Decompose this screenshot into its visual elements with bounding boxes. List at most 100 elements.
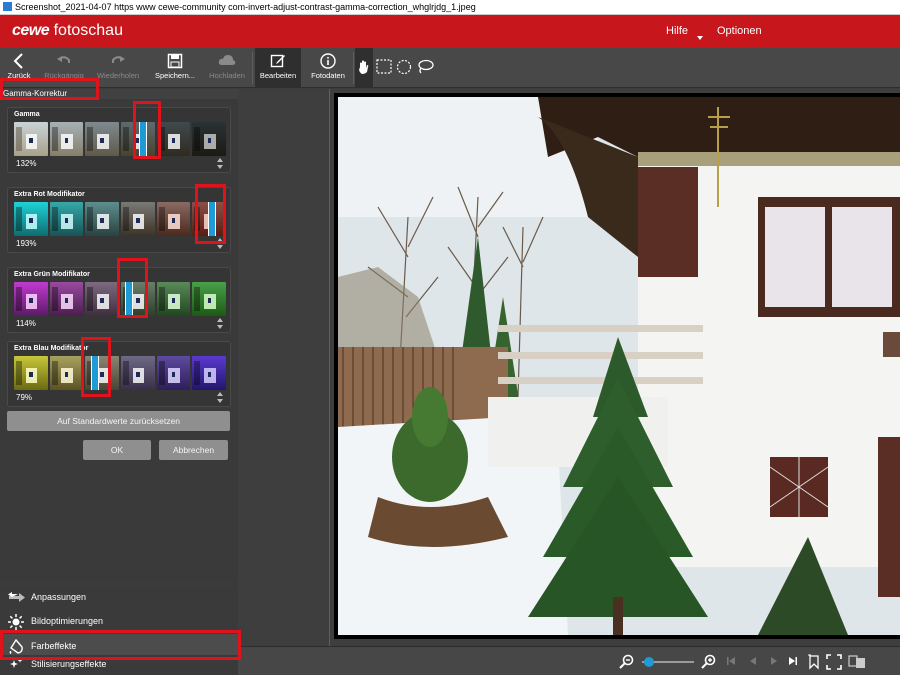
zoom-out-icon[interactable] xyxy=(618,654,636,670)
toolbar-separator xyxy=(252,52,253,84)
status-bar xyxy=(238,646,900,675)
main-toolbar: Zurück Rückgängig Wiederholen Speichern.… xyxy=(0,48,900,88)
gamma-preview-thumb[interactable] xyxy=(85,122,120,156)
gamma-spinner[interactable] xyxy=(216,157,224,171)
edit-pencil-icon xyxy=(270,54,285,68)
gamma-correction-panel: Gamma-Korrektur Gamma 132% Extra Rot Mod… xyxy=(0,89,238,583)
cancel-button[interactable]: Abbrechen xyxy=(159,440,228,460)
prev-icon[interactable] xyxy=(748,656,758,666)
undo-icon xyxy=(57,56,70,63)
spin-up-icon xyxy=(217,158,223,162)
red-preview-thumb[interactable] xyxy=(121,202,155,236)
rect-select-tool[interactable] xyxy=(375,48,393,88)
gamma-label: Gamma xyxy=(14,111,40,118)
info-icon xyxy=(320,53,336,69)
spin-up-icon xyxy=(217,318,223,322)
app-header: cewe fotoschau Hilfe Optionen xyxy=(0,15,900,48)
gamma-preview-thumb[interactable] xyxy=(14,122,48,156)
blue-preview-thumb[interactable] xyxy=(156,356,191,390)
rect-select-icon xyxy=(376,59,392,74)
gamma-group: Gamma 132% xyxy=(7,107,231,173)
green-preview-thumb[interactable] xyxy=(49,282,84,316)
spin-down-icon xyxy=(217,165,223,169)
redo-icon xyxy=(112,56,125,63)
help-caret-icon[interactable] xyxy=(697,36,703,40)
green-preview-thumb[interactable] xyxy=(156,282,191,316)
spin-down-icon xyxy=(217,325,223,329)
blue-modifier-group: Extra Blau Modifikator 79% xyxy=(7,341,231,407)
green-preview-thumb[interactable] xyxy=(85,282,120,316)
green-modifier-label: Extra Grün Modifikator xyxy=(14,271,90,278)
help-menu[interactable]: Hilfe xyxy=(666,25,688,37)
hand-tool[interactable] xyxy=(355,48,373,88)
gamma-preview-thumb[interactable] xyxy=(192,122,227,156)
zoom-in-icon[interactable] xyxy=(700,654,718,670)
green-modifier-value: 114% xyxy=(16,319,36,328)
photo-data-button[interactable]: Fotodaten xyxy=(305,48,351,88)
adjust-arrows-icon xyxy=(8,592,25,602)
lasso-icon xyxy=(418,59,434,74)
red-preview-thumb[interactable] xyxy=(85,202,120,236)
ellipse-select-tool[interactable] xyxy=(395,48,413,88)
bookmark-icon[interactable] xyxy=(807,654,821,670)
highlight-blue-marker xyxy=(81,337,111,397)
ok-button[interactable]: OK xyxy=(83,440,151,460)
gamma-value: 132% xyxy=(16,159,37,168)
app-icon xyxy=(3,2,12,11)
save-button[interactable]: Speichern... xyxy=(150,48,200,88)
redo-button[interactable]: Wiederholen xyxy=(92,48,144,88)
photo-image[interactable] xyxy=(338,97,900,635)
blue-preview-thumb[interactable] xyxy=(121,356,155,390)
save-icon xyxy=(167,53,183,69)
blue-preview-thumb[interactable] xyxy=(14,356,48,390)
blue-preview-thumb[interactable] xyxy=(192,356,227,390)
photo-illustration xyxy=(338,97,900,635)
fullscreen-icon[interactable] xyxy=(826,654,842,670)
red-modifier-value: 193% xyxy=(16,239,37,248)
green-preview-thumb[interactable] xyxy=(192,282,227,316)
back-arrow-icon xyxy=(13,53,23,69)
blue-preview-thumb[interactable] xyxy=(49,356,84,390)
edit-button[interactable]: Bearbeiten xyxy=(255,48,301,88)
gamma-preview-strip[interactable] xyxy=(14,122,227,156)
red-preview-thumb[interactable] xyxy=(14,202,48,236)
zoom-slider-knob[interactable] xyxy=(643,657,654,667)
red-modifier-label: Extra Rot Modifikator xyxy=(14,191,85,198)
highlight-red-marker xyxy=(195,184,226,244)
blue-modifier-value: 79% xyxy=(16,393,33,402)
red-preview-thumb[interactable] xyxy=(156,202,191,236)
highlight-green-marker xyxy=(117,258,148,318)
spin-down-icon xyxy=(217,245,223,249)
highlight-panel-title xyxy=(0,78,99,100)
last-icon[interactable] xyxy=(788,656,798,666)
green-spinner[interactable] xyxy=(216,317,224,331)
blue-preview-strip[interactable] xyxy=(14,356,227,390)
toolbar-separator xyxy=(353,52,354,84)
upload-button[interactable]: Hochladen xyxy=(204,48,250,88)
highlight-farbeffekte xyxy=(0,630,241,660)
hand-icon xyxy=(359,60,369,74)
app-logo: cewe fotoschau xyxy=(12,22,123,39)
window-title: Screenshot_2021-04-07 https www cewe-com… xyxy=(15,2,476,12)
window-title-bar: Screenshot_2021-04-07 https www cewe-com… xyxy=(0,0,900,15)
reset-defaults-button[interactable]: Auf Standardwerte zurücksetzen xyxy=(7,411,230,431)
red-preview-thumb[interactable] xyxy=(49,202,84,236)
gamma-preview-thumb[interactable] xyxy=(156,122,191,156)
ellipse-select-icon xyxy=(396,59,412,75)
sun-icon xyxy=(8,614,24,630)
green-preview-thumb[interactable] xyxy=(14,282,48,316)
options-menu[interactable]: Optionen xyxy=(717,25,762,37)
gamma-preview-thumb[interactable] xyxy=(49,122,84,156)
lasso-tool[interactable] xyxy=(415,48,435,88)
first-icon[interactable] xyxy=(726,656,736,666)
next-icon[interactable] xyxy=(769,656,779,666)
canvas-guide-line xyxy=(329,89,330,646)
compare-icon[interactable] xyxy=(848,654,866,670)
spin-up-icon xyxy=(217,392,223,396)
blue-modifier-label: Extra Blau Modifikator xyxy=(14,345,89,352)
highlight-gamma-marker xyxy=(133,101,161,159)
nav-item-anpassungen[interactable]: Anpassungen xyxy=(0,585,238,609)
spin-down-icon xyxy=(217,399,223,403)
blue-spinner[interactable] xyxy=(216,391,224,405)
cloud-upload-icon xyxy=(218,55,236,65)
